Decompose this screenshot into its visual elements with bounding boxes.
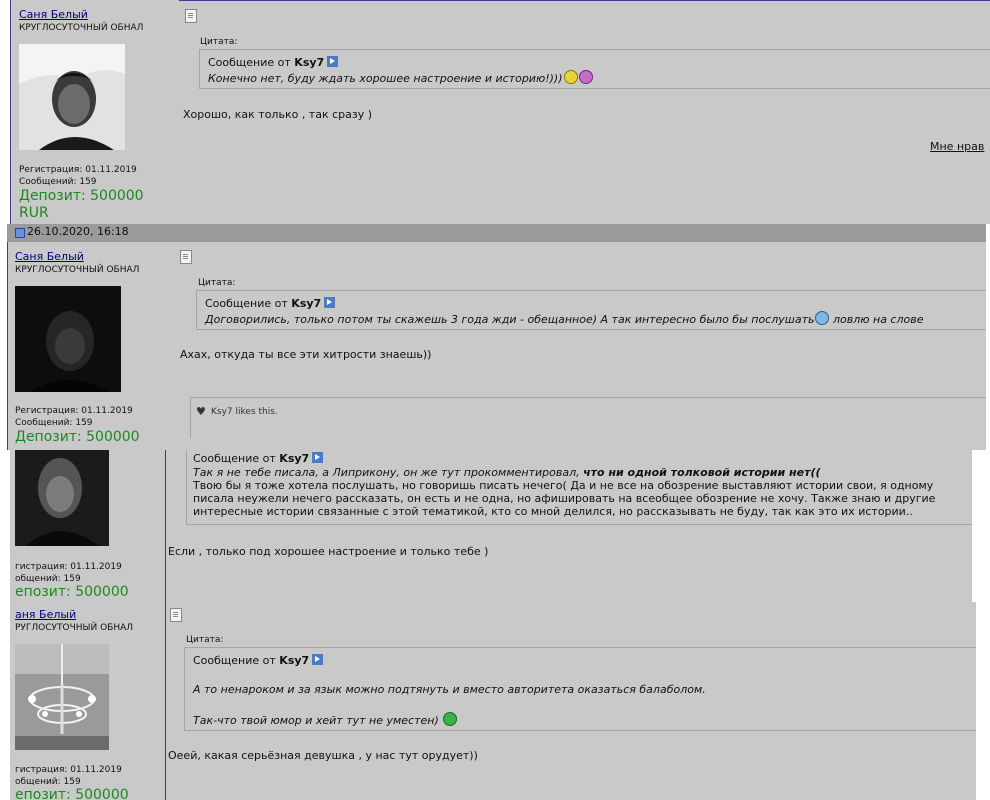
quote-label: Цитата: — [198, 278, 236, 288]
post-body: Если , только под хорошее настроение и т… — [168, 545, 489, 558]
post-segment-1: Саня Белый КРУГЛОСУТОЧНЫЙ ОБНАЛ Регистра… — [10, 0, 990, 224]
registration-date: гистрация: 01.11.2019 — [15, 562, 122, 572]
smile-icon — [563, 70, 578, 84]
registration-date: Регистрация: 01.11.2019 — [15, 406, 133, 416]
quote-line-3: писала неужели нечего рассказать, он ест… — [193, 492, 936, 505]
smile-icon — [815, 311, 830, 325]
quote-text: Конечно нет, буду ждать хорошее настроен… — [208, 70, 593, 85]
quote-box: Сообщение от Ksy7 Договорились, только п… — [196, 290, 986, 330]
user-sidebar: Саня Белый КРУГЛОСУТОЧНЫЙ ОБНАЛ Регистра… — [7, 242, 175, 450]
quote-box: Сообщение от Ksy7 Конечно нет, буду ждат… — [199, 49, 990, 89]
post-count: Сообщений: 159 — [19, 177, 97, 187]
quote-line-2-text: Так-что твой юмор и хейт тут не уместен) — [193, 714, 439, 727]
deposit-amount: Депозит: 500000 — [15, 429, 140, 445]
quote-prefix: Сообщение от — [193, 452, 276, 465]
quote-author: Ksy7 — [279, 654, 310, 667]
username-link[interactable]: Саня Белый — [19, 8, 88, 21]
username-link[interactable]: аня Белый — [15, 608, 76, 621]
quote-header: Сообщение от Ksy7 — [205, 297, 336, 310]
post-content: Сообщение от Ksy7 Так я не тебе писала, … — [166, 450, 972, 602]
laugh-icon — [443, 712, 458, 726]
user-sidebar: аня Белый РУГЛОСУТОЧНЫЙ ОБНАЛ гистрация:… — [10, 602, 166, 800]
post-icon — [170, 608, 182, 622]
user-title: КРУГЛОСУТОЧНЫЙ ОБНАЛ — [15, 265, 140, 275]
quote-line-2: Так-что твой юмор и хейт тут не уместен) — [193, 712, 458, 727]
liker-link[interactable]: Ksy7 — [211, 407, 233, 417]
grin-icon — [578, 70, 593, 84]
registration-date: гистрация: 01.11.2019 — [15, 765, 122, 775]
quote-text-tail: ловлю на слове — [832, 313, 924, 326]
like-button[interactable]: Мне нрав — [930, 140, 984, 153]
post-body: Хорошо, как только , так сразу ) — [183, 108, 373, 121]
quote-header: Сообщение от Ksy7 — [193, 452, 324, 465]
post-status-icon — [15, 228, 25, 238]
quote-box: Сообщение от Ksy7 Так я не тебе писала, … — [186, 450, 972, 525]
quote-line-2: Твою бы я тоже хотела послушать, но гово… — [193, 479, 934, 492]
view-post-arrow-icon[interactable] — [312, 654, 324, 665]
likes-text: Ksy7 likes this. — [211, 407, 278, 417]
quote-author: Ksy7 — [291, 297, 322, 310]
post-icon — [185, 9, 197, 23]
registration-date: Регистрация: 01.11.2019 — [19, 165, 137, 175]
post-content: Цитата: Сообщение от Ksy7 А то ненароком… — [166, 602, 976, 800]
user-title: РУГЛОСУТОЧНЫЙ ОБНАЛ — [15, 623, 134, 633]
quote-header: Сообщение от Ksy7 — [208, 56, 339, 69]
likes-box: ♥ Ksy7 likes this. — [190, 397, 986, 438]
quote-text: Договорились, только потом ты скажешь 3 … — [205, 311, 924, 326]
quote-text-content: Договорились, только потом ты скажешь 3 … — [205, 313, 815, 326]
quote-label: Цитата: — [200, 37, 238, 47]
deposit-amount: Депозит: 500000 — [19, 188, 144, 204]
quote-line-1: Так я не тебе писала, а Липрикону, он же… — [193, 466, 821, 479]
user-avatar[interactable] — [19, 44, 125, 150]
likes-suffix: likes this. — [235, 407, 278, 417]
quote-prefix: Сообщение от — [205, 297, 288, 310]
user-sidebar: гистрация: 01.11.2019 общений: 159 епози… — [10, 450, 166, 602]
quote-line-1-text: Так я не тебе писала, а Липрикону, он же… — [193, 466, 580, 479]
user-sidebar: Саня Белый КРУГЛОСУТОЧНЫЙ ОБНАЛ Регистра… — [10, 0, 180, 224]
deposit-amount: епозит: 500000 — [15, 584, 129, 600]
deposit-amount: епозит: 500000 — [15, 787, 129, 800]
quote-line-1: А то ненароком и за язык можно подтянуть… — [193, 683, 706, 696]
quote-prefix: Сообщение от — [193, 654, 276, 667]
heart-icon: ♥ — [196, 405, 206, 418]
post-segment-2: 26.10.2020, 16:18 Саня Белый КРУГЛОСУТОЧ… — [7, 224, 986, 450]
avatar-image — [15, 450, 109, 546]
avatar-image — [19, 44, 125, 150]
post-date: 26.10.2020, 16:18 — [27, 225, 129, 238]
user-avatar[interactable] — [15, 450, 109, 546]
user-avatar[interactable] — [15, 286, 121, 392]
avatar-image — [15, 286, 121, 392]
quote-author: Ksy7 — [279, 452, 310, 465]
quote-box: Сообщение от Ksy7 А то ненароком и за яз… — [184, 647, 976, 731]
quote-line-1-bold: что ни одной толковой истории нет(( — [583, 466, 821, 479]
username-link[interactable]: Саня Белый — [15, 250, 84, 263]
quote-line-4: интересные истории связанные с этой тема… — [193, 505, 913, 518]
post-date-bar: 26.10.2020, 16:18 — [7, 224, 986, 242]
view-post-arrow-icon[interactable] — [324, 297, 336, 308]
view-post-arrow-icon[interactable] — [312, 452, 324, 463]
quote-text-content: Конечно нет, буду ждать хорошее настроен… — [208, 72, 563, 85]
avatar-image — [15, 644, 109, 750]
post-content: Цитата: Сообщение от Ksy7 Договорились, … — [174, 242, 986, 450]
post-body: Ахах, откуда ты все эти хитрости знаешь)… — [180, 348, 432, 361]
quote-label: Цитата: — [186, 635, 224, 645]
quote-author: Ksy7 — [294, 56, 325, 69]
post-segment-3: гистрация: 01.11.2019 общений: 159 епози… — [10, 450, 972, 602]
quote-header: Сообщение от Ksy7 — [193, 654, 324, 667]
quote-prefix: Сообщение от — [208, 56, 291, 69]
view-post-arrow-icon[interactable] — [327, 56, 339, 67]
post-segment-4: аня Белый РУГЛОСУТОЧНЫЙ ОБНАЛ гистрация:… — [10, 602, 976, 800]
user-avatar[interactable] — [15, 644, 109, 750]
post-content: Цитата: Сообщение от Ksy7 Конечно нет, б… — [179, 0, 990, 224]
deposit-currency: RUR — [19, 205, 49, 221]
post-count: Сообщений: 159 — [15, 418, 93, 428]
post-icon — [180, 250, 192, 264]
user-title: КРУГЛОСУТОЧНЫЙ ОБНАЛ — [19, 23, 144, 33]
post-body: Оеей, какая серьёзная девушка , у нас ту… — [168, 749, 478, 762]
